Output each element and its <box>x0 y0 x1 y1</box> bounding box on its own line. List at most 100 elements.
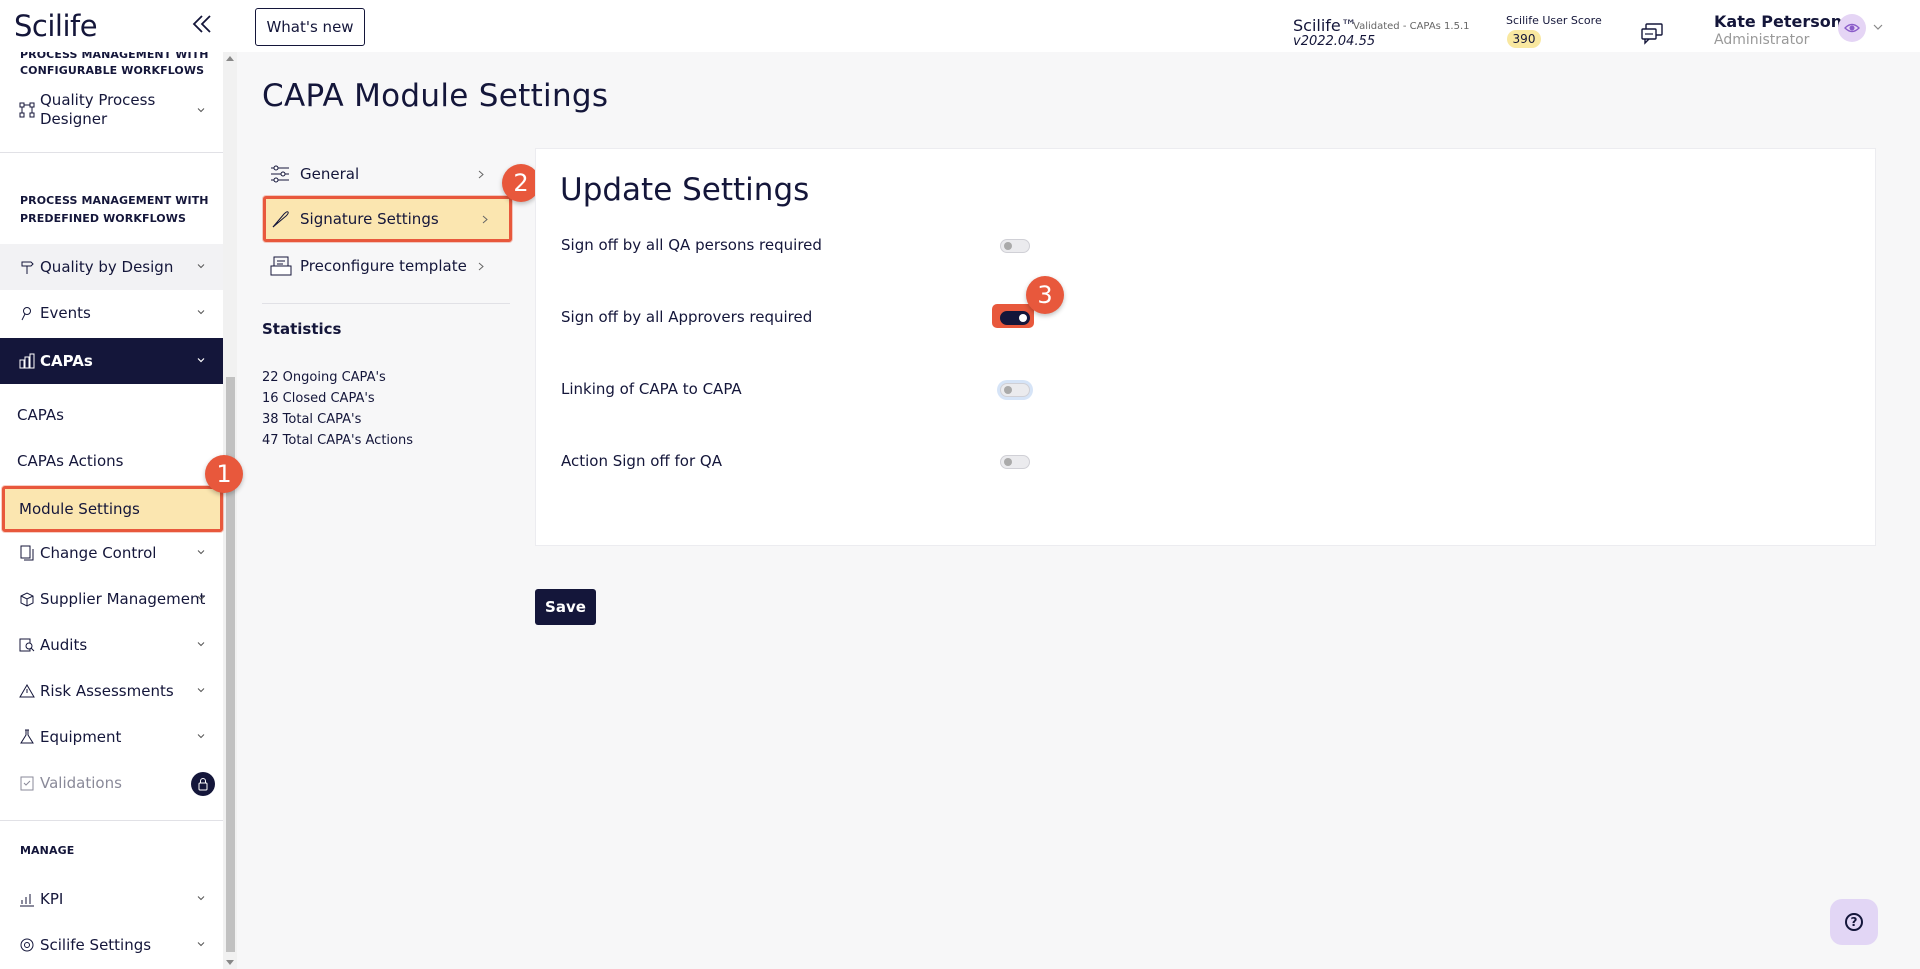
help-button[interactable]: ? <box>1830 899 1878 945</box>
feather-pen-icon <box>270 209 292 229</box>
chat-icon[interactable] <box>1640 22 1666 46</box>
chevron-down-icon[interactable] <box>1873 23 1883 31</box>
audit-icon <box>18 636 36 654</box>
save-button[interactable]: Save <box>535 589 596 625</box>
sidebar-item-scilife-settings[interactable]: Scilife Settings <box>0 922 223 968</box>
toggle-qa-signoff[interactable] <box>1000 239 1030 253</box>
eye-icon <box>1844 23 1860 33</box>
stat-total: 38 Total CAPA's <box>262 412 362 427</box>
kpi-chart-icon <box>18 890 36 908</box>
setting-label-approvers-signoff: Sign off by all Approvers required <box>561 308 813 326</box>
stat-closed: 16 Closed CAPA's <box>262 391 375 406</box>
settings-menu-preconfigure-template[interactable]: Preconfigure template <box>262 244 502 288</box>
sidebar-item-change-control[interactable]: Change Control <box>0 530 223 576</box>
version-number: v2022.04.55 <box>1293 34 1376 49</box>
sidebar-item-risk-assessments[interactable]: Risk Assessments <box>0 668 223 714</box>
sidebar-item-quality-process-designer[interactable]: Quality Process Designer <box>0 82 223 138</box>
whats-new-button[interactable]: What's new <box>255 8 365 46</box>
user-score-label: Scilife User Score <box>1506 14 1602 27</box>
chevron-down-icon <box>197 310 205 315</box>
sidebar-item-quality-by-design[interactable]: Quality by Design <box>0 244 223 290</box>
sidebar-item-label: Quality Process <box>40 91 156 109</box>
sidebar-scrollbar[interactable] <box>223 52 237 969</box>
stat-ongoing: 22 Ongoing CAPA's <box>262 370 386 385</box>
version-name: Scilife™ <box>1293 16 1357 35</box>
sidebar-item-supplier-management[interactable]: Supplier Management <box>0 576 223 622</box>
setting-label-action-signoff-qa: Action Sign off for QA <box>561 452 722 470</box>
section-title-configurable: CONFIGURABLE WORKFLOWS <box>20 64 205 77</box>
chevron-down-icon <box>197 596 205 601</box>
chevron-down-icon <box>197 108 205 113</box>
warning-icon <box>18 682 36 700</box>
change-control-icon <box>18 544 36 562</box>
box-icon <box>18 590 36 608</box>
sidebar-subitem-module-settings[interactable]: Module Settings <box>2 486 223 532</box>
setting-label-linking-capa: Linking of CAPA to CAPA <box>561 380 742 398</box>
sidebar-item-events[interactable]: Events <box>0 290 223 336</box>
settings-menu-signature-settings[interactable]: Signature Settings <box>262 197 510 241</box>
chevron-down-icon <box>197 896 205 901</box>
chevron-right-icon <box>482 215 488 224</box>
logo-row: Scilife <box>0 0 237 52</box>
sidebar-item-capas[interactable]: CAPAs <box>0 338 223 384</box>
sidebar-item-label: KPI <box>40 890 64 908</box>
pin-icon <box>18 304 36 322</box>
capas-icon <box>18 352 36 370</box>
sidebar-item-label: Equipment <box>40 728 122 746</box>
sidebar-item-equipment[interactable]: Equipment <box>0 714 223 760</box>
statistics-title: Statistics <box>262 320 342 338</box>
toggle-linking-capa[interactable] <box>1000 383 1030 397</box>
chevron-down-icon <box>197 688 205 693</box>
chevron-down-icon <box>197 942 205 947</box>
divider <box>0 152 223 153</box>
sidebar-item-label: Quality by Design <box>40 258 174 276</box>
scroll-down-arrow-icon[interactable] <box>226 960 234 965</box>
user-score-badge: 390 <box>1507 30 1541 48</box>
lock-icon <box>191 772 215 796</box>
menu-item-label: General <box>300 165 360 183</box>
sidebar-item-label: Events <box>40 304 91 322</box>
divider <box>262 303 510 304</box>
sidebar-item-label: Audits <box>40 636 88 654</box>
toggle-action-signoff-qa[interactable] <box>1000 455 1030 469</box>
sidebar-item-validations[interactable]: Validations <box>0 760 223 806</box>
divider <box>0 820 223 821</box>
top-bar: What's new Scilife™ Validated - CAPAs 1.… <box>237 0 1920 52</box>
chevron-down-icon <box>197 264 205 269</box>
chevron-down-icon <box>197 734 205 739</box>
annotation-badge-3: 3 <box>1026 276 1064 314</box>
sidebar-item-label: Designer <box>40 110 108 128</box>
app-logo[interactable]: Scilife <box>14 9 98 43</box>
sidebar-item-label: CAPAs <box>40 352 93 370</box>
annotation-badge-1: 1 <box>205 455 243 493</box>
section-title-predefined-2: PREDEFINED WORKFLOWS <box>20 212 186 225</box>
flask-icon <box>18 728 36 746</box>
section-title-predefined: PROCESS MANAGEMENT WITH <box>20 194 209 207</box>
sidebar-item-kpi[interactable]: KPI <box>0 876 223 922</box>
user-name[interactable]: Kate Peterson <box>1714 12 1842 31</box>
sidebar-subitem-capas-actions[interactable]: CAPAs Actions <box>0 438 223 484</box>
version-subtitle: Validated - CAPAs 1.5.1 <box>1353 21 1470 32</box>
sidebar-item-audits[interactable]: Audits <box>0 622 223 668</box>
collapse-sidebar-icon[interactable] <box>190 12 214 36</box>
menu-item-label: Preconfigure template <box>300 257 467 275</box>
sidebar-item-label: Validations <box>40 774 122 792</box>
page-title: CAPA Module Settings <box>262 78 609 114</box>
template-icon <box>270 256 292 276</box>
chevron-down-icon <box>197 642 205 647</box>
toggle-approvers-signoff[interactable] <box>1000 311 1030 325</box>
sidebar-item-label: Change Control <box>40 544 157 562</box>
chevron-right-icon <box>478 170 484 179</box>
scroll-up-arrow-icon[interactable] <box>226 56 234 61</box>
menu-item-label: Signature Settings <box>300 210 439 228</box>
avatar[interactable] <box>1838 14 1866 42</box>
settings-menu-general[interactable]: General <box>262 152 502 196</box>
sidebar-item-label: Risk Assessments <box>40 682 174 700</box>
sidebar-item-label: Scilife Settings <box>40 936 152 954</box>
panel-title: Update Settings <box>560 172 810 208</box>
stat-total-actions: 47 Total CAPA's Actions <box>262 433 414 448</box>
sidebar-subitem-capas[interactable]: CAPAs <box>0 392 223 438</box>
chevron-right-icon <box>478 262 484 271</box>
workflow-icon <box>18 101 36 119</box>
gear-icon <box>18 936 36 954</box>
